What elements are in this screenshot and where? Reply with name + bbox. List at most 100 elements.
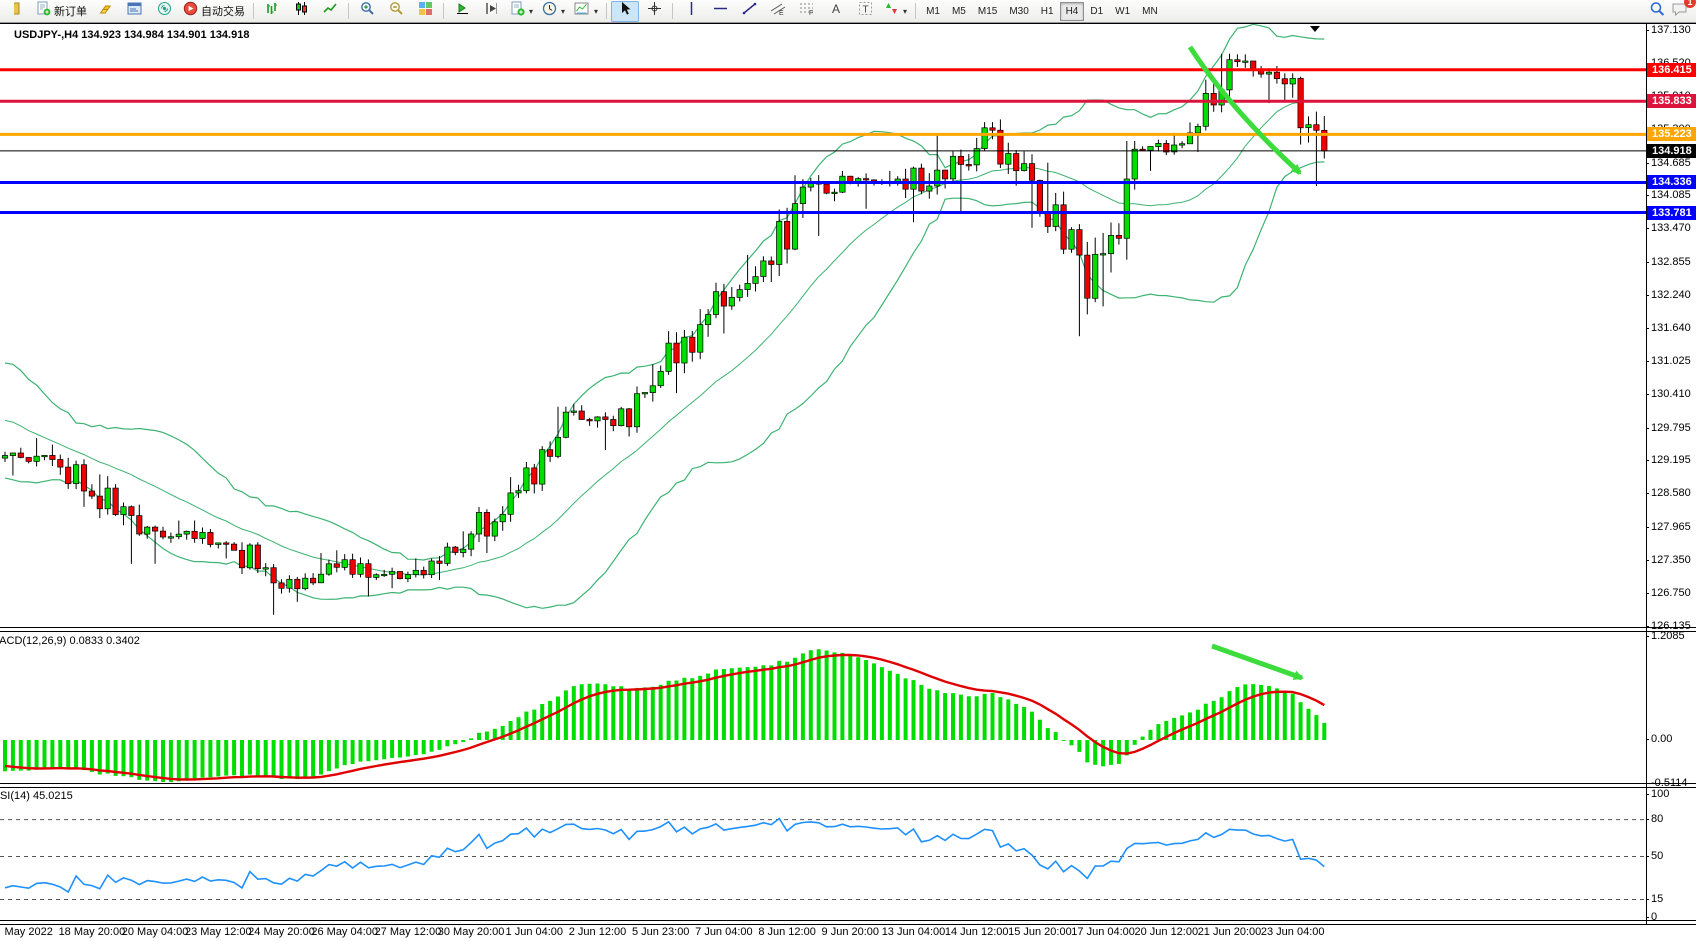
bar-chart-button[interactable] xyxy=(258,1,286,22)
toolbar-right: 1 xyxy=(1649,1,1693,22)
candle-body xyxy=(1093,254,1098,298)
time-label: 27 May 12:00 xyxy=(375,926,442,938)
candle-body xyxy=(555,437,560,456)
chart-window[interactable]: USDJPY-,H4 134.923 134.984 134.901 134.9… xyxy=(0,23,1696,941)
gold-icon-button[interactable] xyxy=(92,1,120,22)
arrows-button[interactable]: ▾ xyxy=(880,1,911,22)
line-chart-button[interactable] xyxy=(316,1,344,22)
candle-body xyxy=(674,343,679,363)
timeframe-m15[interactable]: M15 xyxy=(972,2,1003,21)
timeframe-h1[interactable]: H1 xyxy=(1035,2,1060,21)
chevron-down-icon[interactable]: ▾ xyxy=(561,7,565,16)
chevron-down-icon[interactable]: ▾ xyxy=(529,7,533,16)
rsi-pane[interactable] xyxy=(0,787,1646,920)
price-badge-136.415: 136.415 xyxy=(1647,63,1696,77)
horizontal-line-button[interactable] xyxy=(706,1,734,22)
main-chart-pane[interactable] xyxy=(0,24,1646,628)
price-badge-133.781: 133.781 xyxy=(1647,206,1696,220)
candle-body xyxy=(1306,125,1311,128)
candlesticks[interactable] xyxy=(2,54,1327,615)
candle-body xyxy=(1211,93,1216,105)
autotrading-button[interactable]: 自动交易 xyxy=(179,1,249,22)
macd-trend-arrow[interactable] xyxy=(1212,646,1302,678)
candle-body xyxy=(1227,60,1232,90)
candle-body xyxy=(279,583,284,588)
candle-body xyxy=(405,575,410,579)
candle-body xyxy=(421,570,426,574)
candle-body xyxy=(532,468,537,484)
timeframe-mn[interactable]: MN xyxy=(1136,2,1164,21)
candle-body xyxy=(777,221,782,264)
zoom-in-button[interactable] xyxy=(353,1,381,22)
new-order-button[interactable]: 新订单 xyxy=(32,1,91,22)
candle-body xyxy=(461,549,466,552)
tile-windows-button[interactable] xyxy=(411,1,439,22)
candle-body xyxy=(792,204,797,250)
macd-pane[interactable] xyxy=(0,632,1646,783)
text-label-button[interactable]: T xyxy=(851,1,879,22)
candle-body xyxy=(160,531,165,537)
candle-body xyxy=(453,547,458,552)
timeframe-h4[interactable]: H4 xyxy=(1060,2,1085,21)
price-tick: 131.640 xyxy=(1651,322,1691,334)
timeframe-m30[interactable]: M30 xyxy=(1003,2,1034,21)
candle-body xyxy=(224,543,229,544)
candle-body xyxy=(595,417,600,421)
candle-body xyxy=(484,512,489,536)
macd-histogram[interactable] xyxy=(5,649,1324,782)
candle-body xyxy=(58,460,63,468)
candle-body xyxy=(832,192,837,193)
candle-body xyxy=(374,575,379,578)
chat-icon[interactable]: 1 xyxy=(1671,1,1689,22)
time-label: 13 Jun 04:00 xyxy=(882,926,946,938)
timeframe-m1[interactable]: M1 xyxy=(920,2,946,21)
chart-shift-button[interactable] xyxy=(477,1,505,22)
cursor-button[interactable] xyxy=(611,1,639,22)
candlestick-chart-button[interactable] xyxy=(287,1,315,22)
candle-body xyxy=(50,455,55,459)
candle-body xyxy=(342,560,347,568)
candle-body xyxy=(642,393,647,394)
candle-body xyxy=(571,411,576,412)
timeframe-w1[interactable]: W1 xyxy=(1109,2,1136,21)
auto-scroll-button[interactable] xyxy=(448,1,476,22)
candle-body xyxy=(334,564,339,568)
candle-body xyxy=(492,522,497,536)
search-icon[interactable] xyxy=(1649,1,1665,22)
toolbar-separator xyxy=(915,3,916,19)
zoom-out-button[interactable] xyxy=(382,1,410,22)
price-tick: 134.685 xyxy=(1651,157,1691,169)
clipped-icon xyxy=(3,1,31,22)
crosshair-button[interactable] xyxy=(640,1,668,22)
bollinger-upper-band[interactable] xyxy=(5,24,1324,560)
chevron-down-icon[interactable]: ▾ xyxy=(594,7,598,16)
indicators-button[interactable]: ▾ xyxy=(506,1,537,22)
timeframe-d1[interactable]: D1 xyxy=(1084,2,1109,21)
candle-body xyxy=(1290,78,1295,84)
candle-body xyxy=(26,458,31,462)
rsi-tick: 100 xyxy=(1651,788,1669,800)
templates-button[interactable]: ▾ xyxy=(570,1,602,22)
fibonacci-button[interactable]: F xyxy=(793,1,821,22)
chevron-down-icon[interactable]: ▾ xyxy=(903,7,907,16)
candle-body xyxy=(587,420,592,421)
metaeditor-button[interactable] xyxy=(121,1,149,22)
time-label: 24 May 20:00 xyxy=(248,926,315,938)
periods-button[interactable]: ▾ xyxy=(538,1,569,22)
new-order-button-label: 新订单 xyxy=(54,3,87,19)
vertical-line-button[interactable] xyxy=(677,1,705,22)
candle-body xyxy=(1006,154,1011,165)
candle-body xyxy=(982,128,987,149)
trendline-button[interactable] xyxy=(735,1,763,22)
equidistant-channel-button[interactable]: E xyxy=(764,1,792,22)
timeframe-m5[interactable]: M5 xyxy=(946,2,972,21)
rsi-line[interactable] xyxy=(5,819,1324,893)
chart-shift-marker[interactable] xyxy=(1310,26,1320,32)
signals-button[interactable] xyxy=(150,1,178,22)
candle-body xyxy=(310,578,315,583)
svg-text:F: F xyxy=(809,10,813,16)
autotrading-button-label: 自动交易 xyxy=(201,3,245,19)
candle-body xyxy=(753,277,758,284)
candle-body xyxy=(105,488,110,509)
text-button[interactable]: A xyxy=(822,1,850,22)
